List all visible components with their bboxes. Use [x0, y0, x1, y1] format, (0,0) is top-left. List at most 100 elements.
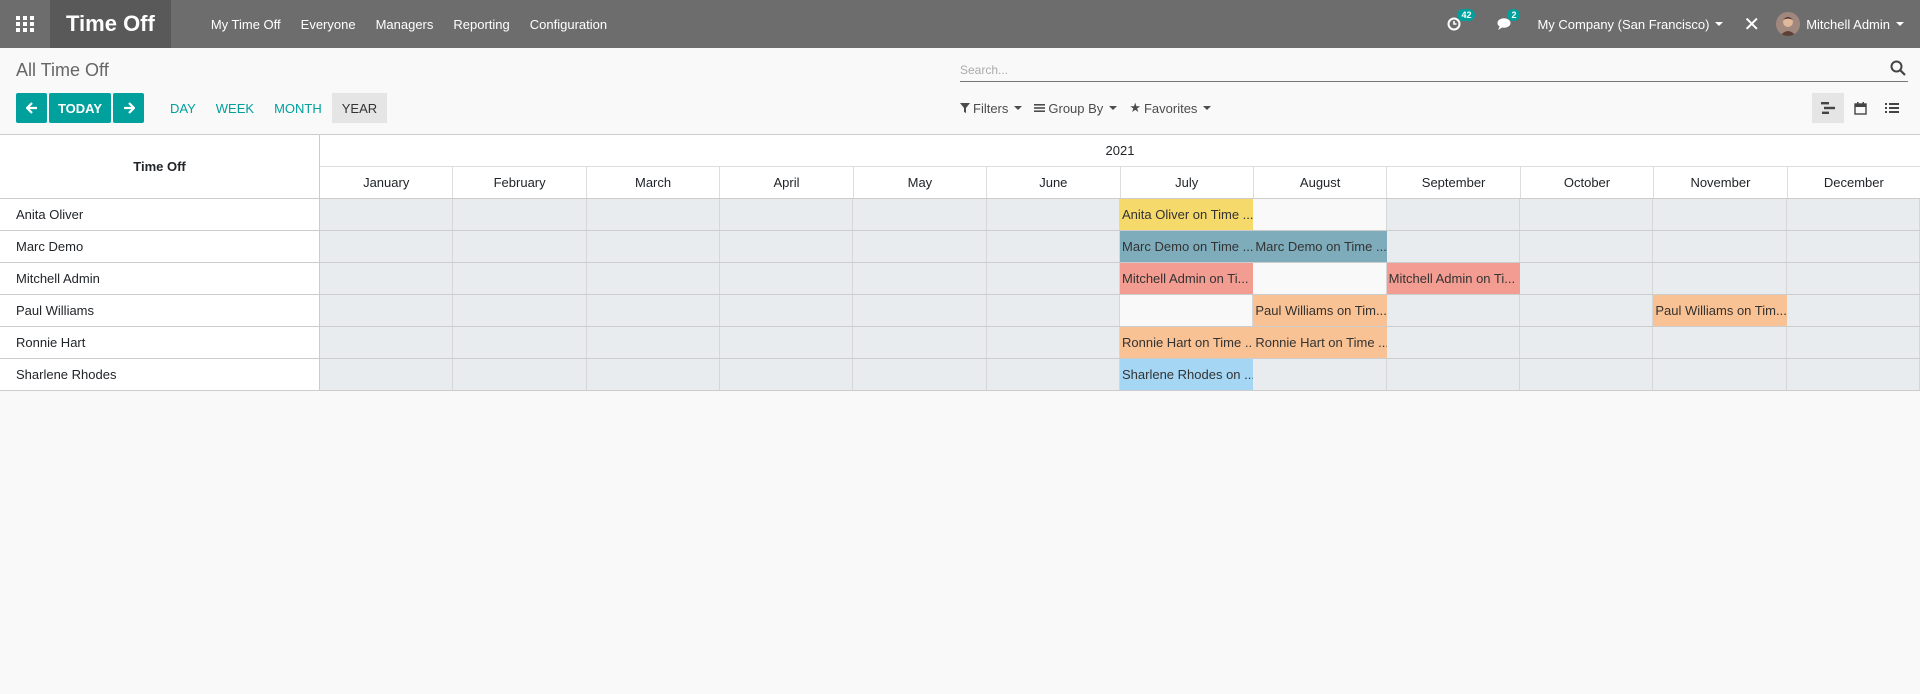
gantt-cell[interactable]: [853, 327, 987, 358]
gantt-cell[interactable]: [453, 295, 587, 326]
gantt-cell[interactable]: [1653, 327, 1787, 358]
gantt-cell[interactable]: [453, 231, 587, 262]
menu-everyone[interactable]: Everyone: [301, 17, 356, 32]
gantt-cell[interactable]: [1519, 199, 1654, 230]
gantt-cell[interactable]: [1386, 327, 1520, 358]
gantt-cell[interactable]: [1519, 295, 1654, 326]
gantt-cell[interactable]: [453, 327, 587, 358]
gantt-cell[interactable]: [719, 199, 854, 230]
user-menu[interactable]: Mitchell Admin: [1776, 12, 1904, 36]
gantt-cell[interactable]: [1786, 327, 1920, 358]
gantt-cell[interactable]: [986, 199, 1120, 230]
gantt-cell[interactable]: [320, 327, 454, 358]
gantt-cell[interactable]: [719, 231, 854, 262]
gantt-cell[interactable]: [586, 199, 720, 230]
time-off-pill[interactable]: Ronnie Hart on Time ...: [1253, 327, 1387, 358]
gantt-cell[interactable]: [1786, 263, 1920, 294]
gantt-cell[interactable]: [1519, 263, 1654, 294]
time-off-pill[interactable]: Mitchell Admin on Ti...: [1386, 263, 1520, 294]
gantt-cell[interactable]: [986, 263, 1120, 294]
time-off-pill[interactable]: Anita Oliver on Time ...: [1120, 199, 1254, 230]
gantt-cell[interactable]: [853, 199, 987, 230]
gantt-cell[interactable]: [320, 231, 454, 262]
calendar-view-button[interactable]: [1844, 93, 1876, 123]
next-button[interactable]: [113, 93, 144, 123]
gantt-cell[interactable]: [320, 359, 454, 390]
gantt-cell[interactable]: [1653, 359, 1787, 390]
scale-year[interactable]: YEAR: [331, 93, 388, 123]
gantt-cell[interactable]: [1253, 199, 1387, 230]
gantt-cell[interactable]: [986, 295, 1120, 326]
menu-reporting[interactable]: Reporting: [453, 17, 509, 32]
gantt-cell[interactable]: [1786, 295, 1920, 326]
gantt-cell[interactable]: [853, 263, 987, 294]
messaging-menu[interactable]: 2: [1497, 9, 1521, 31]
time-off-pill[interactable]: Sharlene Rhodes on ...: [1120, 359, 1254, 390]
time-off-pill[interactable]: Paul Williams on Tim...: [1653, 295, 1787, 326]
previous-button[interactable]: [16, 93, 47, 123]
gantt-cell[interactable]: [1519, 231, 1654, 262]
gantt-cell[interactable]: [1519, 327, 1654, 358]
apps-menu-icon[interactable]: [0, 0, 50, 48]
gantt-cell[interactable]: [853, 295, 987, 326]
menu-configuration[interactable]: Configuration: [530, 17, 607, 32]
time-off-pill[interactable]: Ronnie Hart on Time ...: [1120, 327, 1254, 358]
time-off-pill[interactable]: Marc Demo on Time ...: [1253, 231, 1387, 262]
gantt-cell[interactable]: [1786, 199, 1920, 230]
close-icon[interactable]: ✕: [1743, 12, 1760, 37]
gantt-row-name[interactable]: Marc Demo: [0, 231, 320, 262]
scale-week[interactable]: WEEK: [206, 93, 264, 123]
gantt-row-name[interactable]: Paul Williams: [0, 295, 320, 326]
app-title[interactable]: Time Off: [50, 0, 171, 48]
time-off-pill[interactable]: Mitchell Admin on Ti...: [1120, 263, 1254, 294]
gantt-row-name[interactable]: Mitchell Admin: [0, 263, 320, 294]
gantt-cell[interactable]: [853, 231, 987, 262]
gantt-cell[interactable]: [853, 359, 987, 390]
gantt-row-name[interactable]: Sharlene Rhodes: [0, 359, 320, 390]
search-icon[interactable]: [1890, 60, 1906, 76]
list-view-button[interactable]: [1876, 93, 1908, 123]
scale-month[interactable]: MONTH: [264, 93, 332, 123]
gantt-cell[interactable]: [586, 231, 720, 262]
activity-menu[interactable]: 42: [1447, 9, 1476, 31]
gantt-cell[interactable]: [1386, 199, 1520, 230]
today-button[interactable]: TODAY: [49, 93, 111, 123]
time-off-pill[interactable]: Paul Williams on Tim...: [1253, 295, 1387, 326]
gantt-cell[interactable]: [1786, 231, 1920, 262]
gantt-cell[interactable]: [586, 327, 720, 358]
search-input[interactable]: Search...: [960, 58, 1908, 82]
gantt-cell[interactable]: [1119, 295, 1254, 326]
gantt-cell[interactable]: [453, 263, 587, 294]
gantt-cell[interactable]: [1653, 231, 1787, 262]
gantt-view-button[interactable]: [1812, 93, 1844, 123]
scale-day[interactable]: DAY: [160, 93, 206, 123]
groupby-dropdown[interactable]: Group By: [1034, 101, 1118, 116]
gantt-row-name[interactable]: Ronnie Hart: [0, 327, 320, 358]
gantt-cell[interactable]: [1386, 359, 1520, 390]
gantt-cell[interactable]: [986, 231, 1120, 262]
menu-managers[interactable]: Managers: [376, 17, 434, 32]
time-off-pill[interactable]: Marc Demo on Time ...: [1120, 231, 1254, 262]
gantt-cell[interactable]: [1386, 231, 1520, 262]
gantt-cell[interactable]: [1519, 359, 1654, 390]
gantt-cell[interactable]: [1653, 263, 1787, 294]
gantt-cell[interactable]: [719, 263, 854, 294]
gantt-cell[interactable]: [586, 263, 720, 294]
gantt-cell[interactable]: [1786, 359, 1920, 390]
menu-my-time-off[interactable]: My Time Off: [211, 17, 281, 32]
gantt-cell[interactable]: [320, 263, 454, 294]
gantt-cell[interactable]: [719, 327, 854, 358]
gantt-cell[interactable]: [719, 295, 854, 326]
gantt-cell[interactable]: [320, 295, 454, 326]
filters-dropdown[interactable]: Filters: [960, 101, 1023, 116]
favorites-dropdown[interactable]: ★ Favorites: [1129, 100, 1212, 116]
gantt-cell[interactable]: [453, 199, 587, 230]
gantt-cell[interactable]: [719, 359, 854, 390]
gantt-cell[interactable]: [986, 359, 1120, 390]
gantt-cell[interactable]: [1386, 295, 1520, 326]
gantt-cell[interactable]: [586, 359, 720, 390]
gantt-cell[interactable]: [1253, 263, 1387, 294]
gantt-row-name[interactable]: Anita Oliver: [0, 199, 320, 230]
gantt-cell[interactable]: [1653, 199, 1787, 230]
gantt-cell[interactable]: [586, 295, 720, 326]
